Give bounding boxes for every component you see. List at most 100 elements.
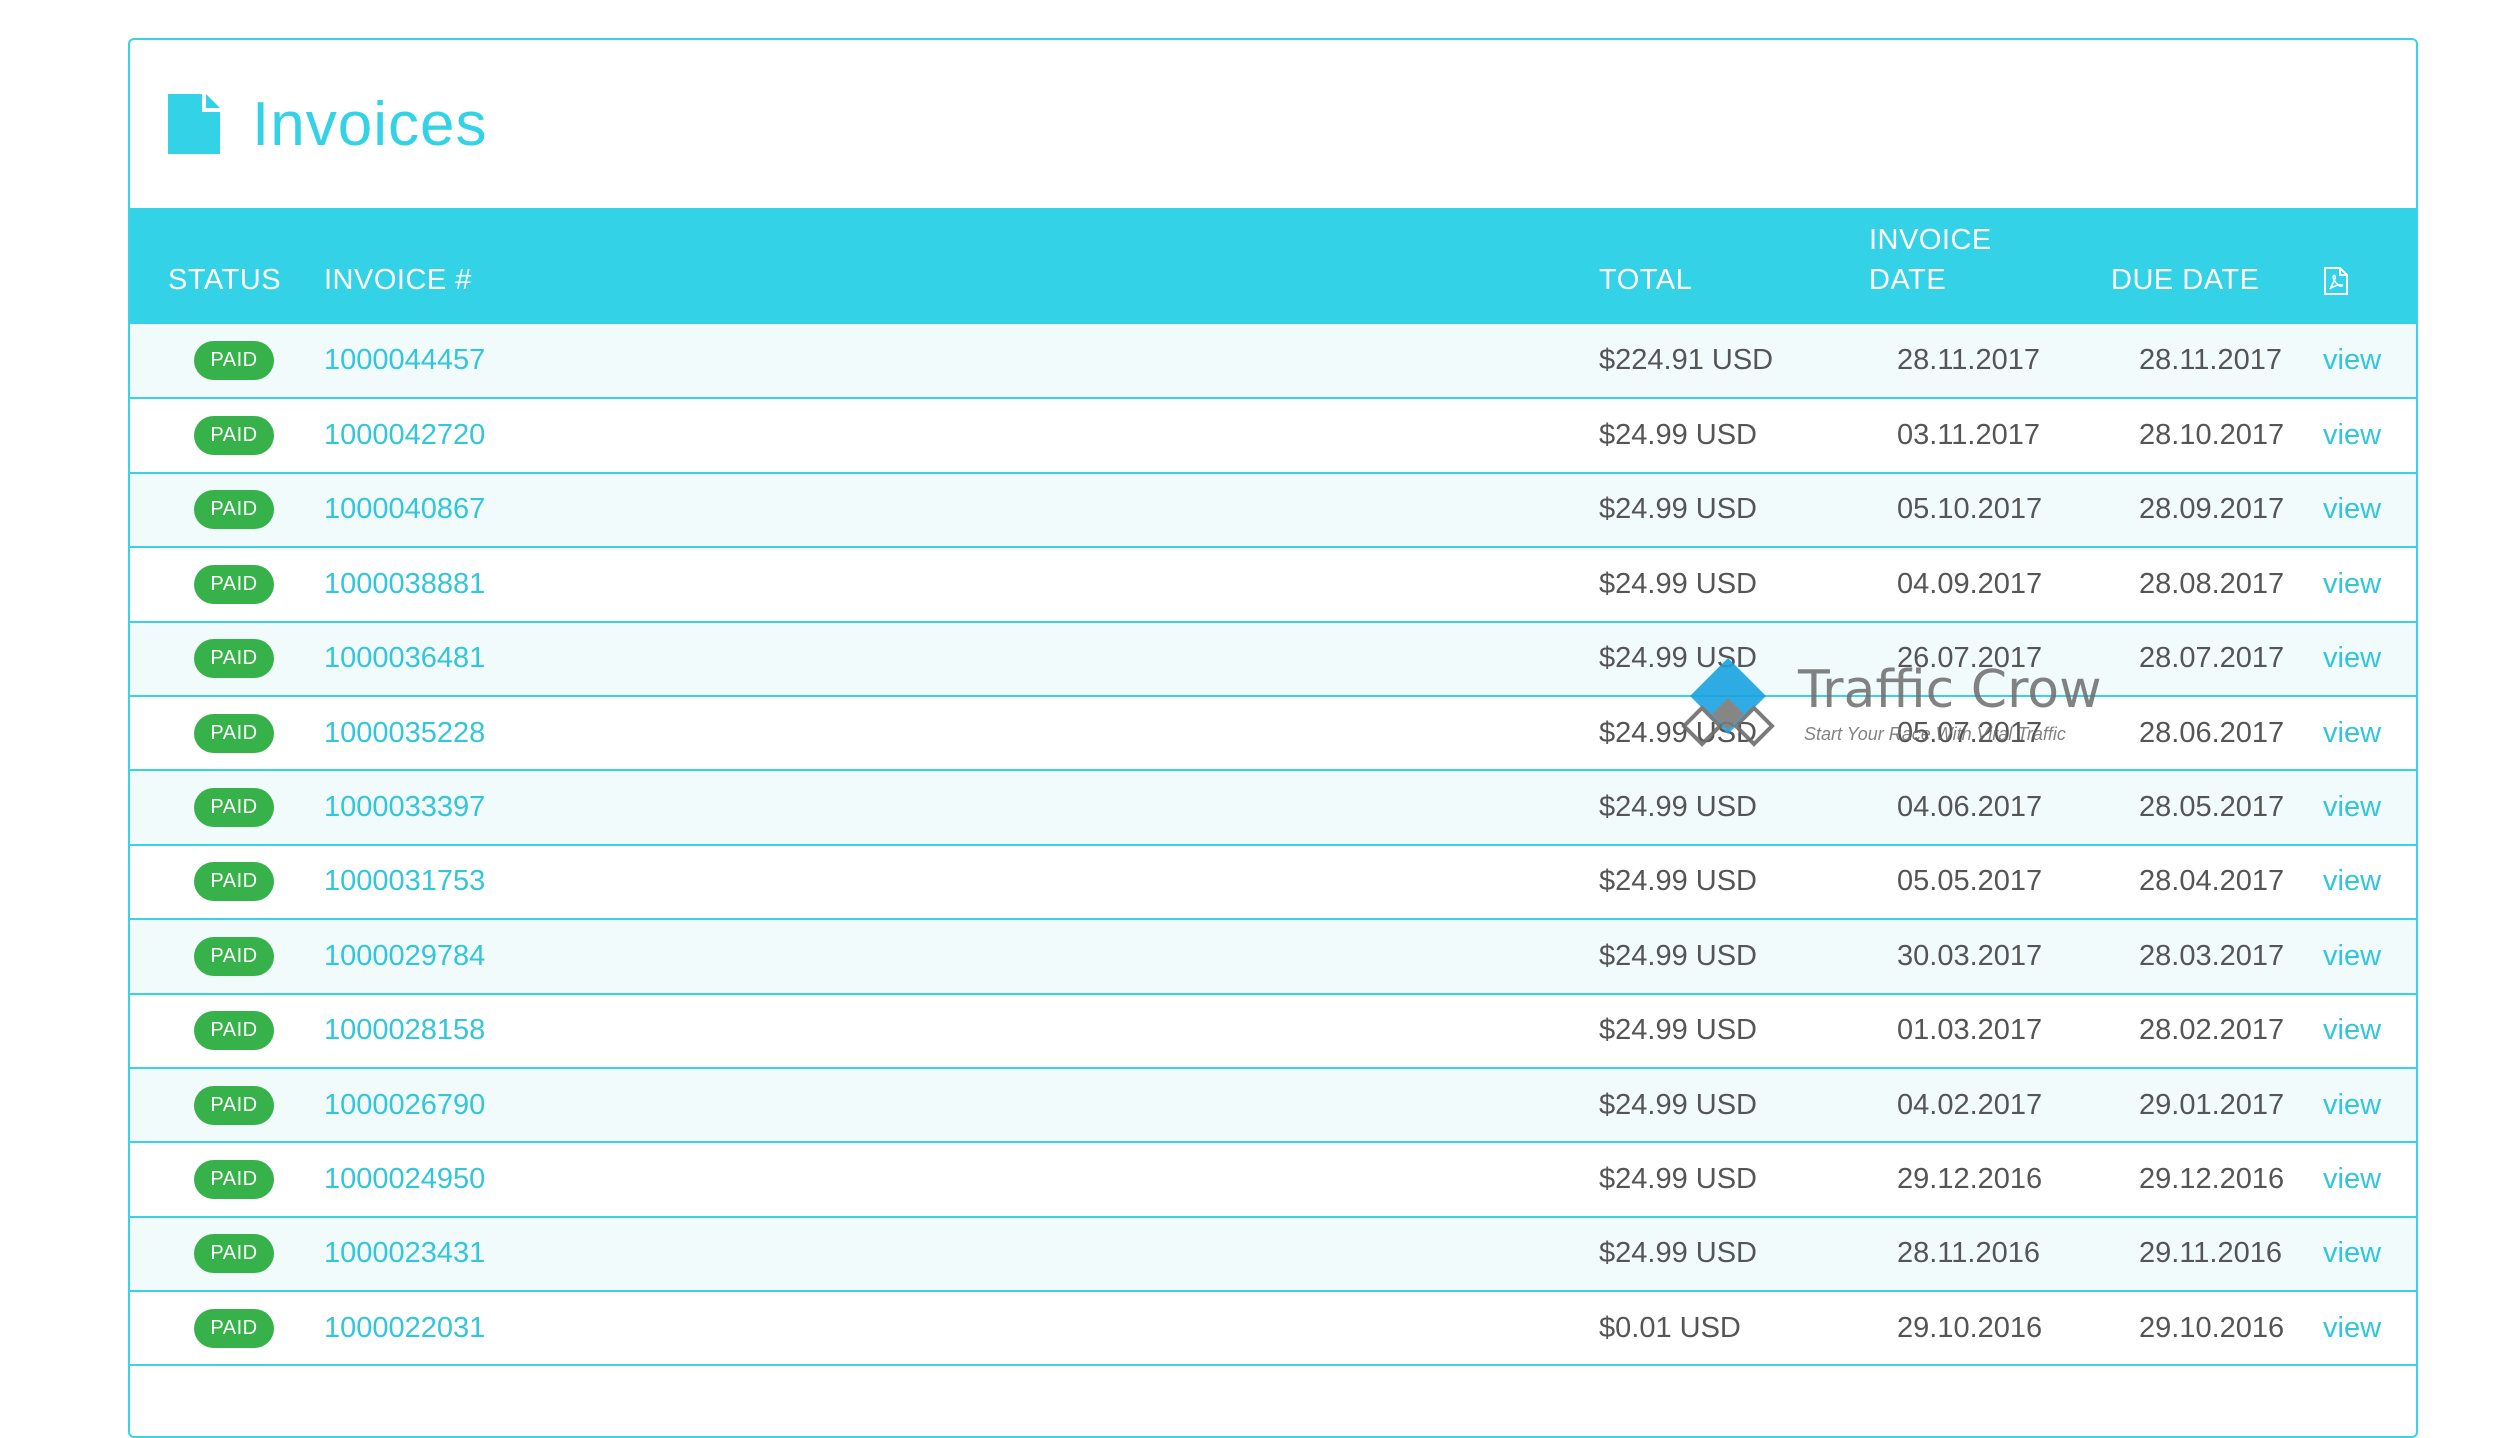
view-cell: view bbox=[2323, 473, 2416, 547]
view-link[interactable]: view bbox=[2323, 1163, 2381, 1195]
view-link[interactable]: view bbox=[2323, 940, 2381, 972]
status-cell: PAID bbox=[130, 994, 324, 1068]
watermark-logo: Traffic Crow Start Your Race With Viral … bbox=[1672, 656, 2132, 752]
view-link[interactable]: view bbox=[2323, 493, 2381, 525]
status-cell: PAID bbox=[130, 1291, 324, 1365]
invoice-number-link[interactable]: 1000044457 bbox=[324, 344, 485, 376]
table-row: PAID 1000024950 $24.99 USD 29.12.2016 29.12.… bbox=[130, 1142, 2416, 1217]
due-date-cell: 28.04.2017 bbox=[2139, 865, 2285, 898]
status-badge: PAID bbox=[194, 1085, 274, 1125]
total-cell: $24.99 USD bbox=[1599, 1237, 1757, 1270]
total-cell: $24.99 USD bbox=[1599, 1014, 1757, 1047]
table-row: PAID 1000040867 $24.99 USD 05.10.2017 28.09.… bbox=[130, 472, 2416, 548]
table-header: STATUS INVOICE # TOTAL INVOICE DATE DUE … bbox=[130, 208, 2416, 324]
view-cell: view bbox=[2323, 845, 2416, 919]
invoice-number-link[interactable]: 1000031753 bbox=[324, 865, 485, 897]
view-link[interactable]: view bbox=[2323, 642, 2381, 674]
header-pdf bbox=[2323, 208, 2416, 324]
view-link[interactable]: view bbox=[2323, 419, 2381, 451]
document-icon bbox=[168, 94, 220, 154]
invoice-number-link[interactable]: 1000033397 bbox=[324, 791, 485, 823]
invoice-number-link[interactable]: 1000022031 bbox=[324, 1312, 485, 1344]
view-link[interactable]: view bbox=[2323, 1312, 2381, 1344]
invoice-number-link[interactable]: 1000023431 bbox=[324, 1237, 485, 1269]
view-cell: view bbox=[2323, 696, 2416, 770]
view-link[interactable]: view bbox=[2323, 717, 2381, 749]
invoice-date-cell: 01.03.2017 bbox=[1897, 1014, 2043, 1047]
view-link[interactable]: view bbox=[2323, 1089, 2381, 1121]
table-row: PAID 1000029784 $24.99 USD 30.03.2017 28.03.… bbox=[130, 919, 2416, 994]
invoice-number-link[interactable]: 1000035228 bbox=[324, 717, 485, 749]
header-total: TOTAL bbox=[1599, 264, 1693, 296]
view-cell: view bbox=[2323, 919, 2416, 993]
status-badge: PAID bbox=[194, 564, 274, 604]
view-cell: view bbox=[2323, 622, 2416, 696]
invoice-number-link[interactable]: 1000029784 bbox=[324, 940, 485, 972]
header-status: STATUS bbox=[168, 264, 282, 296]
invoice-date-cell: 29.12.2016 bbox=[1897, 1162, 2043, 1195]
view-link[interactable]: view bbox=[2323, 568, 2381, 600]
due-date-cell: 28.08.2017 bbox=[2139, 567, 2285, 600]
view-cell: view bbox=[2323, 398, 2416, 472]
table-body: PAID 1000044457 $224.91 USD 28.11.2017 28.11… bbox=[130, 324, 2416, 1366]
status-cell: PAID bbox=[130, 1068, 324, 1142]
invoice-date-cell: 05.10.2017 bbox=[1897, 493, 2043, 526]
invoice-date-cell: 30.03.2017 bbox=[1897, 939, 2043, 972]
header-row: STATUS INVOICE # TOTAL INVOICE DATE DUE … bbox=[130, 208, 2416, 324]
view-link[interactable]: view bbox=[2323, 791, 2381, 823]
header-invoice-date-line1: INVOICE bbox=[1869, 224, 1992, 256]
table-row: PAID 1000023431 $24.99 USD 28.11.2016 29.11.… bbox=[130, 1216, 2416, 1292]
status-cell: PAID bbox=[130, 1217, 324, 1291]
view-link[interactable]: view bbox=[2323, 1237, 2381, 1269]
invoices-table: STATUS INVOICE # TOTAL INVOICE DATE DUE … bbox=[130, 208, 2416, 1366]
view-link[interactable]: view bbox=[2323, 344, 2381, 376]
total-cell: $24.99 USD bbox=[1599, 1162, 1757, 1195]
view-cell: view bbox=[2323, 1291, 2416, 1365]
status-cell: PAID bbox=[130, 696, 324, 770]
total-cell: $24.99 USD bbox=[1599, 939, 1757, 972]
view-cell: view bbox=[2323, 1217, 2416, 1291]
due-date-cell: 28.07.2017 bbox=[2139, 642, 2285, 675]
status-cell: PAID bbox=[130, 770, 324, 844]
table-row: PAID 1000038881 $24.99 USD 04.09.2017 28.08.… bbox=[130, 547, 2416, 622]
invoice-number-link[interactable]: 1000042720 bbox=[324, 419, 485, 451]
table-row: PAID 1000033397 $24.99 USD 04.06.2017 28.05.… bbox=[130, 770, 2416, 845]
due-date-cell: 28.09.2017 bbox=[2139, 493, 2285, 526]
status-badge: PAID bbox=[194, 936, 274, 976]
table-row: PAID 1000022031 $0.01 USD 29.10.2016 29.10.2… bbox=[130, 1291, 2416, 1366]
invoice-number-link[interactable]: 1000038881 bbox=[324, 568, 485, 600]
invoice-number-link[interactable]: 1000024950 bbox=[324, 1163, 485, 1195]
pdf-icon bbox=[2324, 267, 2348, 296]
view-link[interactable]: view bbox=[2323, 1014, 2381, 1046]
status-badge: PAID bbox=[194, 341, 274, 381]
invoice-cell: 1000044457 bbox=[324, 324, 1599, 398]
invoice-cell: 1000042720 bbox=[324, 398, 1599, 472]
status-badge: PAID bbox=[194, 416, 274, 456]
table-row: PAID 1000028158 $24.99 USD 01.03.2017 28.02.… bbox=[130, 993, 2416, 1068]
watermark-tagline: Start Your Race With Viral Traffic bbox=[1804, 724, 2066, 744]
status-cell: PAID bbox=[130, 845, 324, 919]
invoice-cell: 1000023431 bbox=[324, 1217, 1599, 1291]
due-date-cell: 29.10.2016 bbox=[2139, 1311, 2285, 1344]
due-date-cell: 29.12.2016 bbox=[2139, 1162, 2285, 1195]
status-cell: PAID bbox=[130, 324, 324, 398]
invoice-date-cell: 28.11.2016 bbox=[1897, 1237, 2040, 1270]
invoice-cell: 1000022031 bbox=[324, 1291, 1599, 1365]
view-link[interactable]: view bbox=[2323, 865, 2381, 897]
status-cell: PAID bbox=[130, 622, 324, 696]
invoice-cell: 1000033397 bbox=[324, 770, 1599, 844]
due-date-cell: 28.02.2017 bbox=[2139, 1014, 2285, 1047]
invoice-number-link[interactable]: 1000036481 bbox=[324, 642, 485, 674]
invoice-date-cell: 29.10.2016 bbox=[1897, 1311, 2043, 1344]
header-invoice-date-line2: DATE bbox=[1869, 264, 1947, 296]
invoice-number-link[interactable]: 1000026790 bbox=[324, 1089, 485, 1121]
due-date-cell: 28.06.2017 bbox=[2139, 716, 2285, 749]
view-cell: view bbox=[2323, 994, 2416, 1068]
total-cell: $0.01 USD bbox=[1599, 1311, 1741, 1344]
panel-header: Invoices bbox=[130, 40, 2416, 208]
header-due-date: DUE DATE bbox=[2111, 264, 2260, 296]
total-cell: $24.99 USD bbox=[1599, 567, 1757, 600]
invoice-number-link[interactable]: 1000028158 bbox=[324, 1014, 485, 1046]
status-badge: PAID bbox=[194, 788, 274, 828]
invoice-number-link[interactable]: 1000040867 bbox=[324, 493, 485, 525]
